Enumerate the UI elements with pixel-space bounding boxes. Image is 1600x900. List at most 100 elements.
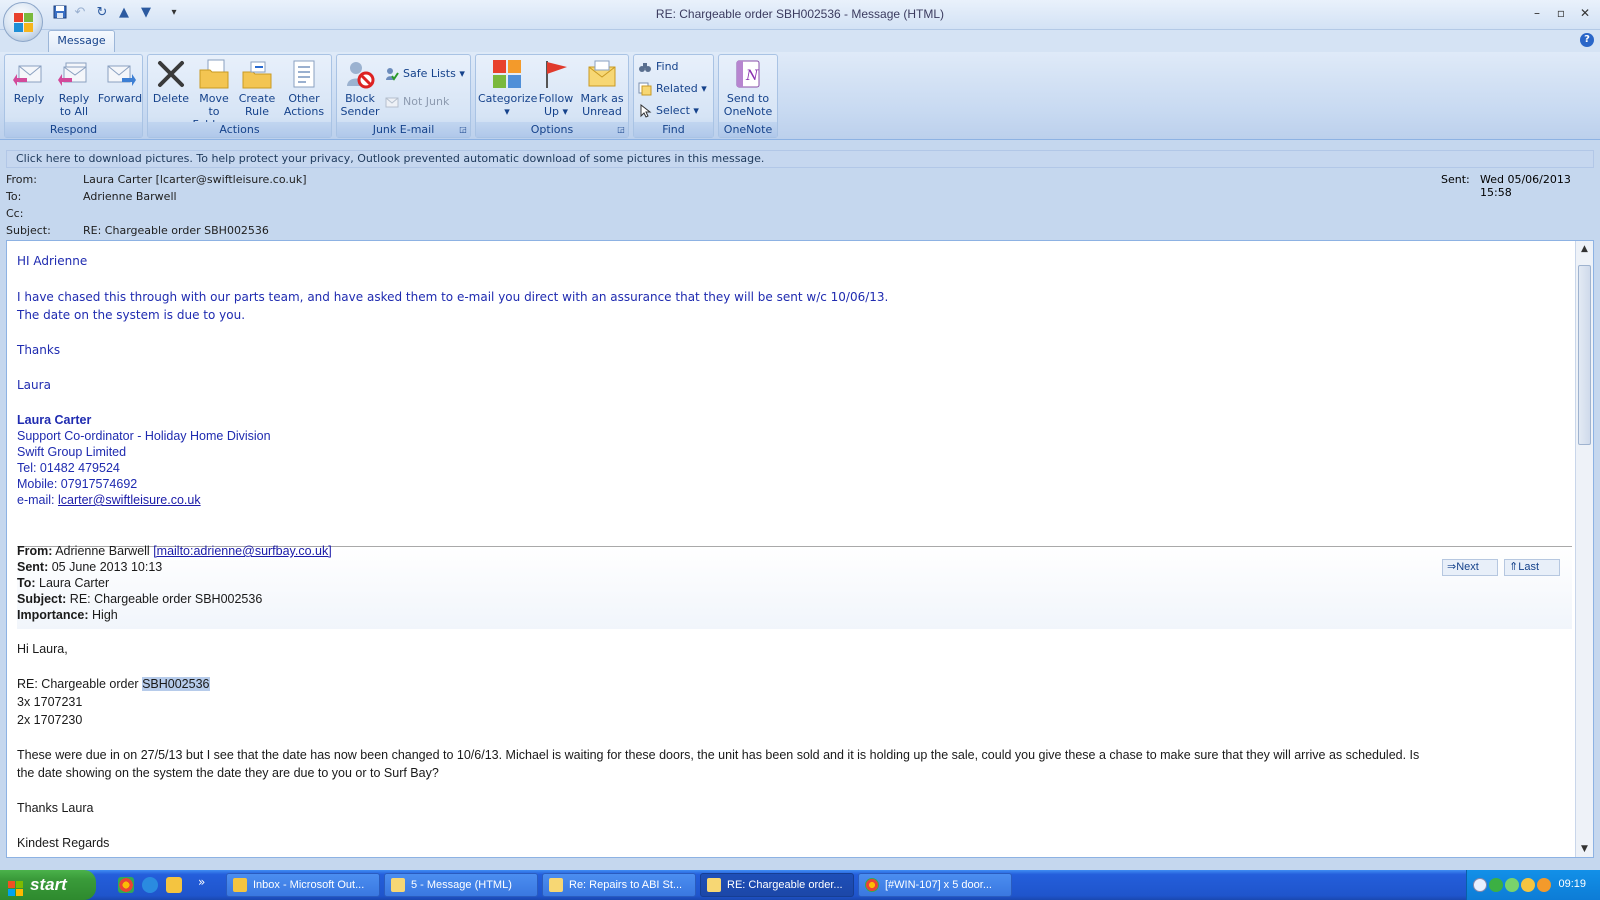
block-sender-button[interactable]: Block Sender	[339, 58, 381, 118]
quoted-item: 2x 1707230	[17, 713, 83, 727]
forward-icon	[104, 58, 136, 90]
to-label: To:	[6, 190, 22, 203]
vertical-scrollbar[interactable]: ▲ ▼	[1575, 241, 1593, 857]
group-options: Categorize ▾ Follow Up ▾ Mark as Unread …	[475, 54, 629, 138]
network-status-icon[interactable]	[1489, 878, 1503, 892]
notification-tray-icon[interactable]	[1537, 878, 1551, 892]
office-button[interactable]	[3, 2, 43, 42]
safe-lists-button[interactable]: Safe Lists ▾	[383, 65, 465, 83]
last-button[interactable]: ⇑Last	[1504, 559, 1560, 576]
signature-mobile: Mobile: 07917574692	[17, 477, 138, 491]
from-label: From:	[6, 173, 37, 186]
options-dialog-launcher-icon[interactable]: ◲	[616, 125, 626, 135]
windows-flag-icon	[8, 877, 24, 896]
body-paragraph-line: The date on the system is due to you.	[17, 308, 246, 322]
quoted-subject: Subject: RE: Chargeable order SBH002536	[17, 592, 263, 606]
categorize-button[interactable]: Categorize ▾	[478, 58, 537, 118]
reply-all-button[interactable]: Reply to All	[53, 58, 95, 118]
follow-up-button[interactable]: Follow Up ▾	[536, 58, 576, 118]
group-label-respond: Respond	[5, 122, 142, 137]
not-junk-icon	[385, 95, 399, 109]
other-actions-button[interactable]: Other Actions ▾	[280, 58, 328, 131]
not-junk-button[interactable]: Not Junk	[383, 93, 449, 111]
svg-text:N: N	[745, 68, 759, 84]
related-messages-icon	[638, 82, 652, 96]
taskbar-item-active[interactable]: RE: Chargeable order...	[700, 873, 854, 897]
scroll-down-icon[interactable]: ▼	[1576, 841, 1593, 857]
show-hidden-icons-icon[interactable]	[1473, 878, 1487, 892]
minimize-button[interactable]: –	[1526, 4, 1548, 22]
junk-email-dialog-launcher-icon[interactable]: ◲	[458, 125, 468, 135]
scroll-up-icon[interactable]: ▲	[1576, 241, 1593, 257]
taskbar-item[interactable]: [#WIN-107] x 5 door...	[858, 873, 1012, 897]
quoted-greeting: Hi Laura,	[17, 642, 68, 656]
group-actions: Delete Move to Folder ▾ Create Rule Othe…	[147, 54, 332, 138]
reply-icon	[13, 58, 45, 90]
quicklaunch-overflow-icon[interactable]: »	[198, 875, 205, 889]
mark-unread-envelope-icon	[586, 58, 618, 90]
quoted-mailto-link[interactable]: [mailto:adrienne@surfbay.co.uk]	[153, 544, 332, 558]
security-status-icon[interactable]	[1505, 878, 1519, 892]
start-button[interactable]: start	[0, 870, 96, 900]
reply-button[interactable]: Reply	[9, 58, 49, 105]
next-arrow-icon: ⇒	[1447, 561, 1457, 573]
from-value[interactable]: Laura Carter [lcarter@swiftleisure.co.uk…	[83, 173, 307, 186]
help-icon[interactable]: ?	[1580, 33, 1594, 47]
highlighted-order-number: SBH002536	[142, 677, 210, 691]
delete-button[interactable]: Delete	[152, 58, 190, 105]
create-rule-button[interactable]: Create Rule	[238, 58, 276, 118]
group-label-junk-email: Junk E-mail	[337, 122, 470, 137]
outlook-quicklaunch-icon[interactable]	[166, 877, 182, 893]
title-bar: ↶ ↻ ▲ ▼ ▾ RE: Chargeable order SBH002536…	[0, 0, 1600, 42]
subject-value: RE: Chargeable order SBH002536	[83, 224, 269, 237]
quoted-re-line: RE: Chargeable order SBH002536	[17, 677, 210, 691]
signature-email-link[interactable]: lcarter@swiftleisure.co.uk	[58, 493, 201, 507]
quoted-header-background	[17, 547, 1572, 629]
clock[interactable]: 09:19	[1558, 878, 1586, 890]
select-button[interactable]: Select ▾	[636, 102, 699, 120]
outlook-tray-icon[interactable]	[1521, 878, 1535, 892]
quoted-importance: Importance: High	[17, 608, 118, 622]
group-label-onenote: OneNote	[719, 122, 777, 137]
ribbon-tab-row: Message ?	[0, 30, 1600, 52]
taskbar-item[interactable]: 5 - Message (HTML)	[384, 873, 538, 897]
quoted-paragraph-line: These were due in on 27/5/13 but I see t…	[17, 748, 1420, 762]
closing-name: Laura	[17, 378, 51, 392]
group-label-find: Find	[634, 122, 713, 137]
find-button[interactable]: Find	[636, 58, 679, 76]
message-envelope-icon	[707, 878, 721, 892]
other-actions-icon	[288, 58, 320, 90]
message-envelope-icon	[549, 878, 563, 892]
scroll-thumb[interactable]	[1578, 265, 1591, 445]
next-button[interactable]: ⇒Next	[1442, 559, 1498, 576]
taskbar-item[interactable]: Re: Repairs to ABI St...	[542, 873, 696, 897]
quoted-from: From: Adrienne Barwell [mailto:adrienne@…	[17, 544, 332, 558]
message-body[interactable]: HI Adrienne I have chased this through w…	[6, 240, 1594, 858]
send-to-onenote-button[interactable]: N Send to OneNote	[721, 58, 775, 118]
greeting: HI Adrienne	[17, 254, 88, 268]
move-to-folder-button[interactable]: Move to Folder ▾	[192, 58, 236, 131]
office-logo-icon	[14, 13, 34, 33]
restore-button[interactable]: ▫	[1550, 4, 1572, 22]
signature-tel: Tel: 01482 479524	[17, 461, 120, 475]
block-sender-icon	[344, 58, 376, 90]
message-envelope-icon	[391, 878, 405, 892]
forward-button[interactable]: Forward	[97, 58, 143, 105]
signature-email: e-mail: lcarter@swiftleisure.co.uk	[17, 493, 201, 507]
download-pictures-infobar[interactable]: Click here to download pictures. To help…	[6, 150, 1594, 168]
to-value[interactable]: Adrienne Barwell	[83, 190, 177, 203]
sent-label: Sent:	[1441, 173, 1470, 186]
tab-message[interactable]: Message	[48, 30, 115, 52]
internet-explorer-icon[interactable]	[142, 877, 158, 893]
group-find: Find Related ▾ Select ▾ Find	[633, 54, 714, 138]
close-button[interactable]: ✕	[1574, 4, 1596, 22]
related-button[interactable]: Related ▾	[636, 80, 707, 98]
quoted-paragraph-line: the date showing on the system the date …	[17, 766, 439, 780]
body-paragraph-line: I have chased this through with our part…	[17, 290, 889, 304]
mark-as-unread-button[interactable]: Mark as Unread	[578, 58, 626, 118]
onenote-icon: N	[732, 58, 764, 90]
chrome-icon[interactable]	[118, 877, 134, 893]
categorize-icon	[491, 58, 523, 90]
chrome-icon	[865, 878, 879, 892]
taskbar-item[interactable]: Inbox - Microsoft Out...	[226, 873, 380, 897]
